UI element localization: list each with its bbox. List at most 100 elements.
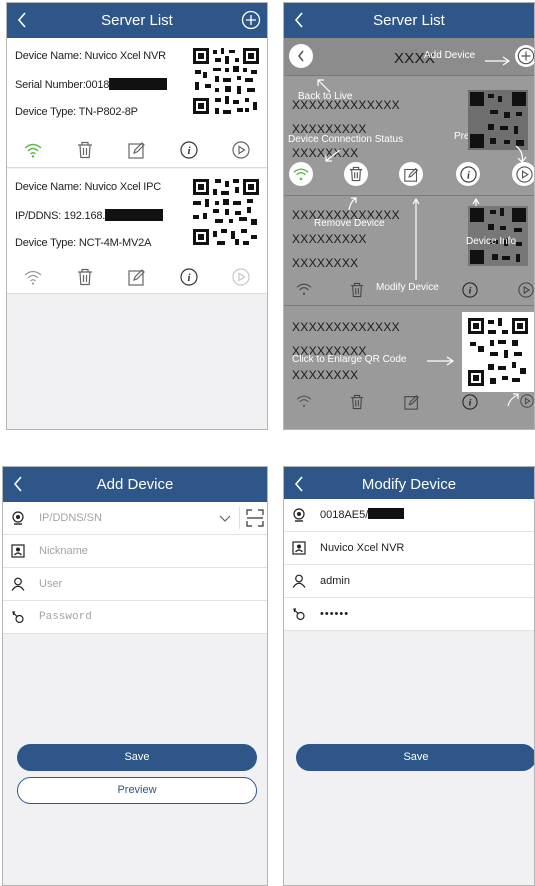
svg-text:i: i [187,145,191,157]
device-card[interactable]: Device Name: Nuvico Xcel IPC IP/DDNS: 19… [7,169,267,294]
edit-icon[interactable] [404,394,420,415]
remove-device-button[interactable] [59,138,111,162]
trash-icon [78,268,92,286]
trash-icon [349,166,363,182]
redaction-bar [368,508,405,519]
connection-status-button[interactable] [7,265,59,289]
play-icon [515,165,533,183]
user-input[interactable]: User [39,568,62,601]
nickname-field[interactable]: Nickname [3,535,267,568]
play-icon[interactable] [520,394,534,413]
modify-device-button[interactable] [111,138,163,162]
preview-button[interactable]: Preview [17,777,257,804]
redacted-text: XXXXXXXX [292,256,359,270]
trash-icon [78,141,92,159]
arrow-down-left-icon [325,149,341,162]
device-type: Device Type: NCT-4M-MV2A [15,237,152,249]
preview-device-button[interactable] [215,265,267,289]
password-input[interactable]: Password [39,601,92,634]
qr-code-icon[interactable] [191,46,261,116]
plus-circle-icon [517,47,534,65]
preview-device-button[interactable] [215,138,267,162]
user-icon [292,574,306,588]
key-icon [293,608,305,621]
overlay-device-row: XXXXXXXXXXXXX Remove Device XXXXXXXXX XX… [284,196,534,306]
add-device-header: Add Device [3,467,267,502]
serial-number: Serial Number:0018 [15,78,168,91]
play-icon[interactable] [518,282,534,303]
ip-address: IP/DDNS: 192.168. [15,209,164,222]
device-type: Device Type: TN-P802-8P [15,106,138,118]
user-field[interactable]: admin [284,565,534,598]
play-icon [232,141,250,159]
page-title: Modify Device [361,476,457,493]
preview-device-button[interactable] [512,162,534,186]
arrow-right-icon [427,356,455,366]
remove-device-button[interactable] [59,265,111,289]
save-button[interactable]: Save [296,744,534,771]
nickname-input[interactable]: Nuvico Xcel NVR [320,532,404,565]
modify-device-button[interactable] [399,162,423,186]
address-input[interactable]: 0018AE5/ [320,499,405,532]
info-icon[interactable]: i [462,282,478,303]
plus-circle-icon[interactable] [241,10,261,30]
modify-device-button[interactable] [111,265,163,289]
wifi-off-icon[interactable] [296,282,312,301]
scan-qr-icon[interactable] [246,509,264,527]
password-field[interactable]: •••••• [284,598,534,631]
address-field[interactable]: 0018AE5/ [284,499,534,532]
svg-text:i: i [187,272,191,284]
divider [239,507,240,529]
nickname-field[interactable]: Nuvico Xcel NVR [284,532,534,565]
add-device-button[interactable] [515,45,534,67]
chevron-down-icon[interactable] [219,515,231,523]
edit-icon [403,167,418,182]
annotation-modify-device: Modify Device [376,282,439,293]
annotation-add-device: Add Device [424,50,476,61]
nickname-input[interactable]: Nickname [39,535,88,568]
edit-icon [128,142,145,159]
device-info-button[interactable]: i [456,162,480,186]
qr-code-icon[interactable] [462,312,534,392]
qr-code-icon[interactable] [191,177,261,247]
device-name: Device Name: Nuvico Xcel NVR [15,50,166,62]
wifi-off-icon[interactable] [296,394,312,413]
connection-status-button[interactable] [7,138,59,162]
trash-icon[interactable] [350,282,364,303]
back-to-live-button[interactable] [289,44,313,68]
password-input[interactable]: •••••• [320,598,349,631]
annotation-enlarge-qr: Click to Enlarge QR Code [292,354,407,365]
device-name: Device Name: Nuvico Xcel IPC [15,181,162,193]
camera-icon [12,511,24,525]
page-title: Add Device [96,476,174,493]
arrow-down-icon [515,145,527,163]
user-input[interactable]: admin [320,565,350,598]
overlay-device-row: XXXXXXXXXXXXX XXXXXXXXX Click to Enlarge… [284,306,534,429]
qr-code-icon[interactable] [468,90,528,150]
arrow-up-icon [412,198,420,280]
back-icon [297,50,304,62]
connection-status-button[interactable] [289,162,313,186]
page-title: Server List [373,12,445,29]
save-button[interactable]: Save [17,744,257,771]
arrow-right-icon [485,56,511,66]
wifi-off-icon [24,270,42,285]
user-field[interactable]: User [3,568,267,601]
device-card[interactable]: Device Name: Nuvico Xcel NVR Serial Numb… [7,38,267,168]
overlay-device-row: Back to Live XXXXXXXXXXXXX XXXXXXXXX XXX… [284,76,534,196]
device-info-button[interactable]: i [163,265,215,289]
trash-icon[interactable] [350,394,364,415]
address-field[interactable]: IP/DDNS/SN [3,502,267,535]
device-action-bar: i [7,265,267,289]
info-icon[interactable]: i [462,394,478,415]
info-icon: i [180,141,198,159]
overlay-top-band: XXXX Add Device [284,38,534,76]
address-input[interactable]: IP/DDNS/SN [39,502,102,535]
page-title: Server List [101,12,173,29]
password-field[interactable]: Password [3,601,267,634]
camera-icon [293,508,305,522]
remove-device-button[interactable] [344,162,368,186]
device-info-button[interactable]: i [163,138,215,162]
redaction-bar [105,209,164,221]
modify-device-screen: Modify Device 0018AE5/ Nuvico Xcel NVR a… [283,466,535,886]
